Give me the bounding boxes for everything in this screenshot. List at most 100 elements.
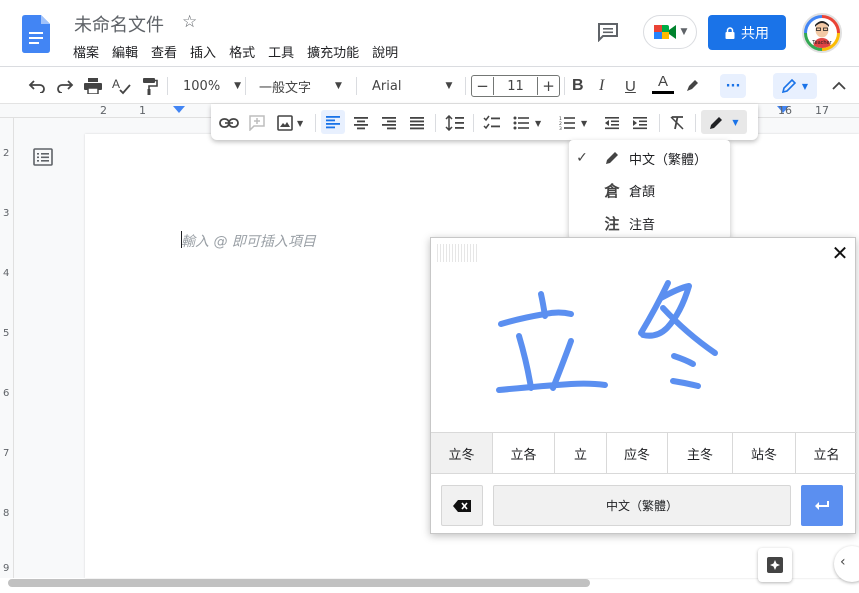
ime-option-label: 注音 (629, 217, 656, 233)
ruler-label: 3 (3, 208, 10, 219)
font-size-increase-button[interactable]: + (537, 77, 559, 95)
align-left-icon[interactable] (321, 110, 345, 134)
bold-icon[interactable]: B (572, 76, 584, 96)
menu-edit[interactable]: 編輯 (112, 42, 144, 61)
clear-formatting-icon[interactable] (669, 113, 685, 133)
menu-file[interactable]: 檔案 (73, 42, 105, 61)
font-size-decrease-button[interactable]: − (472, 77, 494, 95)
handwriting-canvas[interactable] (431, 238, 857, 432)
underline-icon[interactable]: U (625, 76, 636, 96)
enter-button[interactable] (801, 485, 843, 526)
avatar[interactable]: Teacher (802, 13, 842, 53)
cangjie-icon: 倉 (604, 181, 620, 200)
font-size-input[interactable]: 11 (494, 79, 537, 94)
share-button[interactable]: 共用 (708, 15, 786, 50)
spellcheck-icon[interactable]: A (112, 76, 132, 96)
ime-option-zhuyin[interactable]: 注 注音 (569, 207, 730, 239)
image-icon (277, 115, 293, 131)
vertical-ruler[interactable]: 2 3 4 5 6 7 8 9 (0, 118, 14, 578)
chevron-down-icon: ▼ (732, 117, 739, 127)
backspace-icon (453, 499, 471, 512)
menu-insert[interactable]: 插入 (190, 42, 222, 61)
backspace-button[interactable] (441, 485, 483, 526)
ruler-label: 2 (100, 104, 107, 117)
comment-history-icon[interactable] (597, 22, 619, 43)
ruler-label: 7 (3, 448, 10, 459)
candidate-item[interactable]: 主冬 (668, 433, 733, 473)
ruler-label: 16 (778, 104, 792, 117)
candidate-item[interactable]: 立 (555, 433, 607, 473)
zhuyin-icon: 注 (604, 214, 620, 233)
insert-link-icon[interactable] (219, 113, 239, 133)
language-button[interactable]: 中文（繁體） (493, 485, 791, 526)
undo-icon[interactable] (28, 76, 46, 96)
candidate-item[interactable]: 站冬 (733, 433, 796, 473)
increase-indent-icon[interactable] (632, 113, 648, 133)
numbered-list-button[interactable]: 123 ▼ (559, 113, 587, 133)
explore-button[interactable] (758, 548, 792, 582)
align-center-icon[interactable] (353, 113, 369, 133)
redo-icon[interactable] (56, 76, 74, 96)
menu-help[interactable]: 說明 (372, 42, 404, 61)
chevron-down-icon: ▼ (801, 81, 809, 91)
style-select[interactable]: 一般文字 ▼ (259, 76, 342, 96)
italic-icon[interactable]: I (599, 76, 604, 96)
menu-view[interactable]: 查看 (151, 42, 183, 61)
menu-format[interactable]: 格式 (229, 42, 261, 61)
ime-option-chinese-traditional[interactable]: ✓ 中文（繁體） (569, 142, 730, 174)
bulleted-list-button[interactable]: ▼ (513, 113, 541, 133)
meet-icon (653, 25, 676, 39)
input-tools-button[interactable]: ▼ (701, 110, 747, 134)
candidate-item[interactable]: 立名 (796, 433, 857, 473)
add-comment-icon[interactable] (249, 113, 265, 133)
text-color-icon[interactable]: A (652, 73, 674, 99)
menu-extensions[interactable]: 擴充功能 (307, 42, 365, 61)
chevron-down-icon: ▼ (234, 81, 242, 91)
document-outline-icon[interactable] (33, 148, 55, 168)
paint-format-icon[interactable] (142, 76, 158, 96)
horizontal-scrollbar[interactable] (8, 579, 590, 587)
line-spacing-icon[interactable] (445, 113, 465, 133)
ruler-label: 5 (3, 328, 10, 339)
menu-tools[interactable]: 工具 (268, 42, 300, 61)
candidate-item[interactable]: 立冬 (431, 433, 493, 473)
align-justify-icon[interactable] (409, 113, 425, 133)
collapse-menus-icon[interactable] (832, 76, 846, 96)
style-value: 一般文字 (259, 80, 312, 96)
checklist-icon[interactable] (483, 113, 501, 133)
ruler-label: 4 (3, 268, 10, 279)
print-icon[interactable] (84, 76, 102, 96)
decrease-indent-icon[interactable] (604, 113, 620, 133)
meet-button[interactable]: ▼ (643, 15, 697, 49)
check-icon: ✓ (576, 150, 588, 166)
panel-drag-handle[interactable] (437, 244, 477, 262)
candidate-item[interactable]: 立各 (493, 433, 555, 473)
candidate-item[interactable]: 应冬 (607, 433, 668, 473)
document-title[interactable]: 未命名文件 (74, 11, 164, 37)
font-value: Arial (372, 78, 402, 94)
svg-text:A: A (112, 77, 120, 91)
ruler-label: 9 (3, 563, 10, 574)
menu-bar: 檔案 編輯 查看 插入 格式 工具 擴充功能 說明 (73, 42, 411, 61)
editing-mode-button[interactable]: ▼ (773, 73, 817, 99)
chevron-down-icon: ▼ (680, 27, 688, 37)
ime-option-cangjie[interactable]: 倉 倉頡 (569, 174, 730, 206)
insert-image-button[interactable]: ▼ (277, 113, 303, 133)
docs-logo-icon[interactable] (22, 15, 50, 53)
document-placeholder: 輸入 @ 即可插入項目 (181, 234, 316, 250)
ruler-label: 1 (139, 104, 146, 117)
align-right-icon[interactable] (381, 113, 397, 133)
lock-icon (725, 26, 735, 39)
zoom-select[interactable]: 100% ▼ (183, 76, 241, 96)
chevron-down-icon: ▼ (445, 81, 453, 91)
star-icon[interactable]: ☆ (182, 12, 197, 32)
ime-option-label: 倉頡 (629, 184, 656, 200)
left-indent-marker[interactable] (173, 106, 185, 113)
text-caret (181, 231, 182, 248)
ime-option-label: 中文（繁體） (629, 152, 708, 168)
more-options-icon[interactable]: ··· (720, 74, 746, 98)
close-icon[interactable]: ✕ (829, 242, 851, 264)
highlight-color-icon[interactable] (684, 76, 700, 96)
svg-text:3: 3 (559, 126, 562, 130)
font-select[interactable]: Arial ▼ (372, 76, 452, 96)
